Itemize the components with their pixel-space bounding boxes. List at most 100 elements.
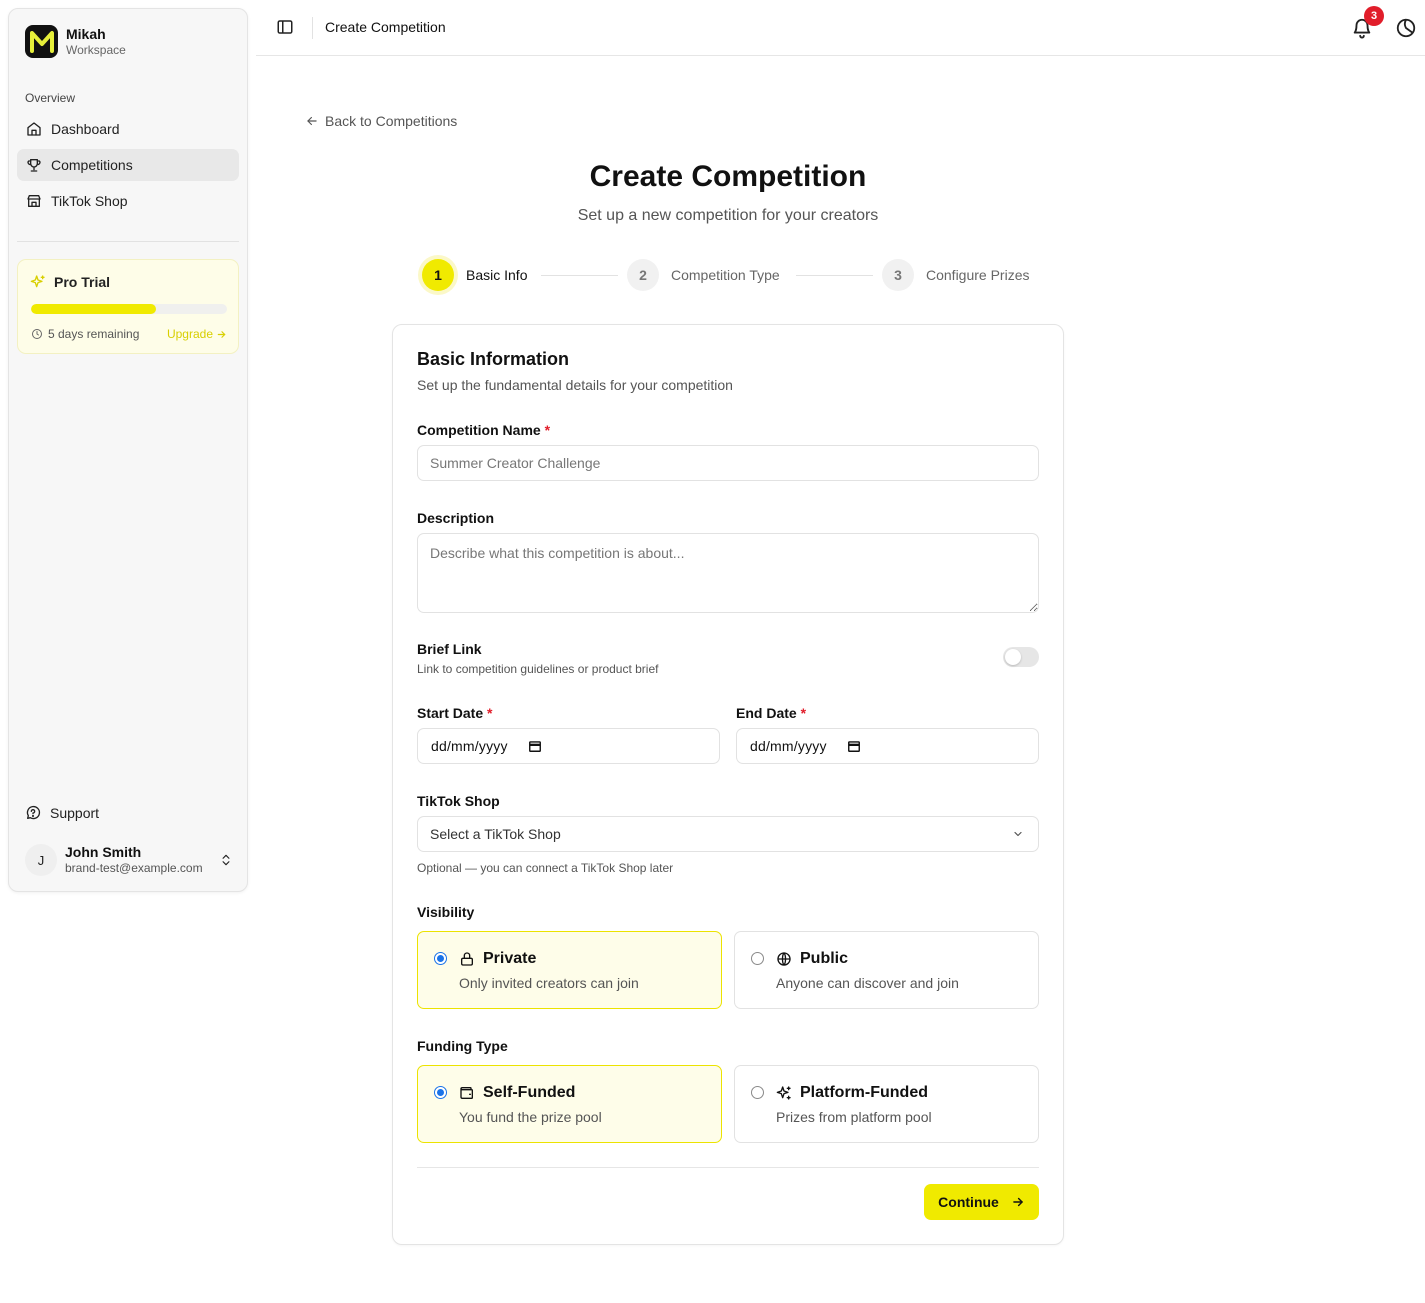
radio-public[interactable] [751, 952, 764, 965]
competition-name-label-text: Competition Name [417, 422, 541, 438]
sidebar: Mikah Workspace Overview Dashboard Compe… [8, 8, 248, 892]
sparkles-icon [30, 274, 46, 290]
competition-name-label: Competition Name * [417, 422, 550, 438]
card-title: Basic Information [417, 349, 570, 369]
brand-name: Mikah [66, 25, 106, 42]
step-competition-type[interactable]: 2 Competition Type [627, 259, 780, 291]
basic-information-card: Basic Information Set up the fundamental… [392, 324, 1064, 1245]
option-description: Prizes from platform pool [776, 1109, 932, 1125]
trial-progress-fill [31, 304, 157, 314]
step-basic-info[interactable]: 1 Basic Info [422, 259, 527, 291]
step-label: Configure Prizes [926, 267, 1030, 283]
tiktok-shop-select[interactable]: Select a TikTok Shop [417, 816, 1039, 852]
page-title: Create Competition [589, 160, 867, 193]
sidebar-item-tiktok-shop[interactable]: TikTok Shop [17, 185, 239, 217]
continue-button[interactable]: Continue [924, 1184, 1039, 1220]
nav-group-label: Overview [25, 91, 76, 105]
radio-private[interactable] [434, 952, 447, 965]
brief-link-hint: Link to competition guidelines or produc… [417, 662, 659, 676]
store-icon [26, 193, 42, 209]
visibility-label: Visibility [417, 904, 475, 920]
home-icon [26, 121, 42, 137]
chevrons-up-down-icon [219, 853, 233, 867]
sidebar-item-label: Dashboard [51, 121, 120, 137]
lock-icon [459, 951, 475, 967]
user-email: brand-test@example.com [65, 861, 203, 875]
help-circle-icon [25, 805, 41, 821]
required-mark: * [544, 422, 551, 438]
visibility-option-private[interactable]: Private Only invited creators can join [417, 931, 722, 1009]
step-label: Basic Info [466, 267, 528, 283]
support-link[interactable]: Support [25, 805, 99, 821]
trophy-icon [26, 157, 42, 173]
theme-toggle-button[interactable] [1395, 17, 1417, 39]
brand-logo [25, 25, 58, 58]
panel-left-icon [276, 18, 294, 36]
description-textarea[interactable] [417, 533, 1039, 613]
sidebar-item-label: TikTok Shop [51, 193, 128, 209]
avatar: J [25, 844, 57, 876]
breadcrumb: Create Competition [325, 19, 446, 35]
globe-icon [776, 951, 792, 967]
tiktok-shop-label: TikTok Shop [417, 793, 500, 809]
option-title: Self-Funded [483, 1084, 576, 1101]
trial-remaining: 5 days remaining [48, 327, 140, 341]
user-name: John Smith [65, 844, 142, 860]
option-title: Private [483, 950, 537, 967]
radio-platform-funded[interactable] [751, 1086, 764, 1099]
competition-name-input[interactable] [417, 445, 1039, 481]
upgrade-label: Upgrade [166, 327, 213, 341]
funding-type-label: Funding Type [417, 1038, 508, 1054]
sidebar-toggle-button[interactable] [276, 18, 294, 36]
arrow-right-icon [1011, 1195, 1025, 1209]
start-date-label: Start Date * [417, 705, 492, 721]
trial-title: Pro Trial [54, 274, 111, 290]
calendar-icon[interactable] [847, 739, 861, 753]
step-number: 3 [882, 259, 914, 291]
user-menu[interactable]: J John Smith brand-test@example.com [25, 841, 233, 879]
step-number: 2 [627, 259, 659, 291]
card-subtitle: Set up the fundamental details for your … [417, 377, 733, 393]
funding-option-self[interactable]: Self-Funded You fund the prize pool [417, 1065, 722, 1143]
required-mark: * [800, 705, 807, 721]
chevron-down-icon [1012, 828, 1024, 840]
end-date-input[interactable]: dd/mm/yyyy [736, 728, 1039, 764]
required-mark: * [487, 705, 493, 721]
sidebar-item-label: Competitions [51, 157, 133, 173]
page-subtitle: Set up a new competition for your creato… [577, 207, 879, 224]
topbar: Create Competition 3 [256, 0, 1425, 56]
radio-self-funded[interactable] [434, 1086, 447, 1099]
step-number: 1 [422, 259, 454, 291]
brand-subtitle: Workspace [66, 42, 126, 57]
theme-icon [1395, 17, 1417, 39]
card-footer-divider [417, 1167, 1039, 1168]
sidebar-item-competitions[interactable]: Competitions [17, 149, 239, 181]
notification-badge: 3 [1364, 6, 1384, 26]
step-configure-prizes[interactable]: 3 Configure Prizes [882, 259, 1030, 291]
arrow-right-icon [216, 329, 227, 340]
clock-icon [31, 328, 43, 340]
start-date-input[interactable]: dd/mm/yyyy [417, 728, 720, 764]
trial-progress-bar [31, 304, 227, 314]
toggle-knob [1005, 649, 1021, 665]
arrow-left-icon [305, 114, 319, 128]
sparkles-icon [776, 1085, 792, 1101]
sidebar-nav: Dashboard Competitions TikTok Shop [17, 113, 239, 221]
back-link[interactable]: Back to Competitions [305, 113, 457, 129]
calendar-icon[interactable] [528, 739, 542, 753]
sidebar-item-dashboard[interactable]: Dashboard [17, 113, 239, 145]
pro-trial-card: Pro Trial 5 days remaining Upgrade [17, 259, 239, 354]
brief-link-label: Brief Link [417, 641, 482, 657]
visibility-option-public[interactable]: Public Anyone can discover and join [734, 931, 1039, 1009]
tiktok-shop-hint: Optional — you can connect a TikTok Shop… [417, 861, 674, 875]
start-date-label-text: Start Date [417, 705, 484, 721]
step-label: Competition Type [671, 267, 780, 283]
workspace-switcher[interactable]: Mikah Workspace [25, 25, 126, 58]
brief-link-toggle[interactable] [1003, 647, 1039, 667]
continue-label: Continue [938, 1194, 999, 1210]
funding-option-platform[interactable]: Platform-Funded Prizes from platform poo… [734, 1065, 1039, 1143]
option-description: You fund the prize pool [459, 1109, 602, 1125]
upgrade-link[interactable]: Upgrade [167, 327, 227, 341]
option-title: Public [800, 950, 849, 967]
step-connector [541, 275, 618, 276]
